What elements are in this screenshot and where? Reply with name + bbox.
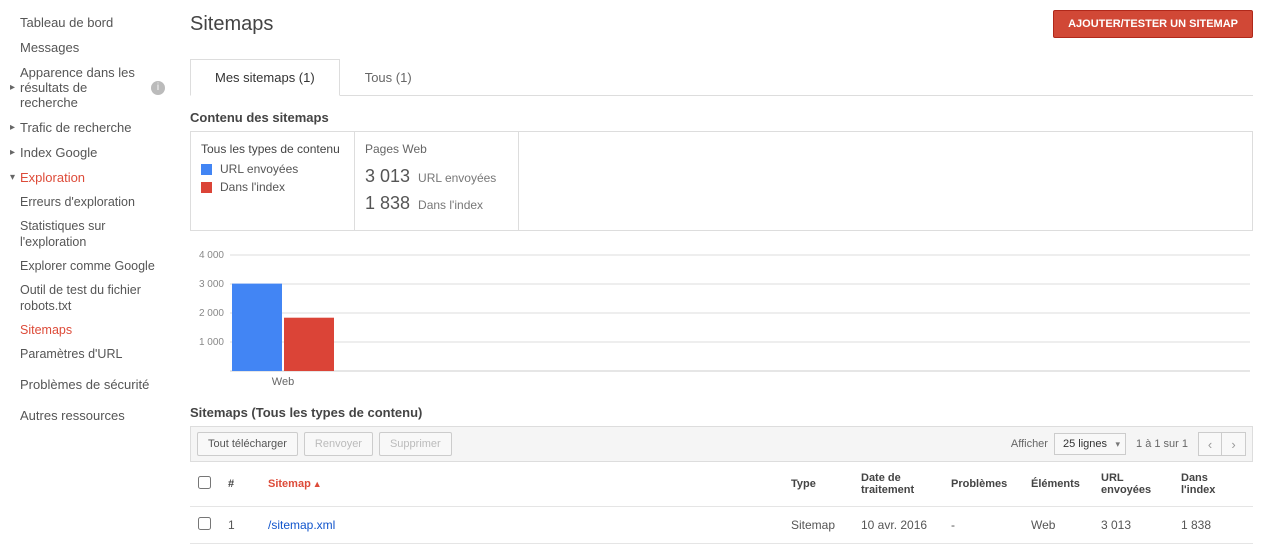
legend-label: Dans l'index [220, 180, 285, 194]
sort-up-icon: ▲ [313, 479, 322, 489]
swatch-red-icon [201, 182, 212, 193]
cell-sitemap-link[interactable]: /sitemap.xml [260, 507, 783, 544]
legend-title: Tous les types de contenu [201, 142, 344, 156]
caret-down-icon: ▾ [10, 172, 20, 183]
tab-my-sitemaps[interactable]: Mes sitemaps (1) [190, 59, 340, 96]
sidebar-item-label: Index Google [20, 145, 165, 160]
col-elements[interactable]: Éléments [1023, 462, 1093, 507]
page-size-select[interactable]: 25 lignes [1054, 433, 1126, 455]
delete-button[interactable]: Supprimer [379, 432, 452, 456]
sidebar-item-messages[interactable]: Messages [0, 35, 175, 60]
sidebar-item-security[interactable]: Problèmes de sécurité [0, 372, 175, 397]
col-index[interactable]: Dans l'index [1173, 462, 1253, 507]
sidebar-item-label: Messages [20, 40, 165, 55]
caret-right-icon: ▸ [10, 82, 20, 93]
sidebar-item-label: Problèmes de sécurité [20, 377, 165, 392]
sidebar-item-label: Trafic de recherche [20, 120, 165, 135]
sidebar-item-other-resources[interactable]: Autres ressources [0, 403, 175, 428]
section-title-list: Sitemaps (Tous les types de contenu) [190, 405, 1253, 420]
cell-type: Sitemap [783, 507, 853, 544]
add-test-sitemap-button[interactable]: AJOUTER/TESTER UN SITEMAP [1053, 10, 1253, 38]
prev-page-button[interactable]: ‹ [1198, 432, 1222, 456]
tab-all[interactable]: Tous (1) [340, 59, 437, 96]
stat-sent-label: URL envoyées [418, 171, 496, 185]
legend-item-indexed: Dans l'index [201, 180, 344, 194]
sidebar-sub-crawl-stats[interactable]: Statistiques sur l'exploration [0, 214, 175, 254]
col-sitemap[interactable]: Sitemap▲ [260, 462, 783, 507]
col-type[interactable]: Type [783, 462, 853, 507]
col-num[interactable]: # [220, 462, 260, 507]
sidebar-item-label: Exploration [20, 170, 165, 185]
action-bar: Tout télécharger Renvoyer Supprimer Affi… [190, 426, 1253, 462]
legend-box: Tous les types de contenu URL envoyées D… [191, 132, 355, 230]
sidebar-item-label: Tableau de bord [20, 15, 165, 30]
cell-date: 10 avr. 2016 [853, 507, 943, 544]
sidebar-sub-url-params[interactable]: Paramètres d'URL [0, 342, 175, 366]
info-icon: i [151, 81, 165, 95]
tabs: Mes sitemaps (1) Tous (1) [190, 58, 1253, 96]
chart: 1 000 2 000 3 000 4 000 Web [190, 251, 1253, 391]
cell-index: 1 838 [1173, 507, 1253, 544]
legend-label: URL envoyées [220, 162, 298, 176]
main-content: Sitemaps AJOUTER/TESTER UN SITEMAP Mes s… [175, 0, 1268, 528]
stat-index-value: 1 838 [365, 193, 410, 214]
sidebar-sub-robots-tester[interactable]: Outil de test du fichier robots.txt [0, 278, 175, 318]
summary-row: Tous les types de contenu URL envoyées D… [190, 131, 1253, 231]
cell-num: 1 [220, 507, 260, 544]
sidebar-sub-crawl-errors[interactable]: Erreurs d'exploration [0, 190, 175, 214]
table-row[interactable]: 1 /sitemap.xml Sitemap 10 avr. 2016 - We… [190, 507, 1253, 544]
sidebar-item-appearance[interactable]: ▸ Apparence dans les résultats de recher… [0, 60, 175, 115]
svg-text:2 000: 2 000 [199, 308, 224, 319]
sidebar-item-search-traffic[interactable]: ▸ Trafic de recherche [0, 115, 175, 140]
caret-right-icon: ▸ [10, 147, 20, 158]
sidebar-item-exploration[interactable]: ▾ Exploration [0, 165, 175, 190]
row-checkbox[interactable] [198, 517, 211, 530]
sidebar-item-label: Apparence dans les résultats de recherch… [20, 65, 145, 110]
sitemaps-table: # Sitemap▲ Type Date de traitement Probl… [190, 462, 1253, 544]
svg-text:3 000: 3 000 [199, 279, 224, 290]
svg-text:1 000: 1 000 [199, 337, 224, 348]
cell-problems: - [943, 507, 1023, 544]
show-label: Afficher [1011, 438, 1048, 450]
col-date[interactable]: Date de traitement [853, 462, 943, 507]
section-title-content: Contenu des sitemaps [190, 110, 1253, 125]
range-label: 1 à 1 sur 1 [1136, 438, 1188, 450]
svg-text:Web: Web [272, 376, 294, 388]
sidebar-sub-sitemaps[interactable]: Sitemaps [0, 318, 175, 342]
svg-text:4 000: 4 000 [199, 251, 224, 261]
stat-sent-value: 3 013 [365, 166, 410, 187]
cell-sent: 3 013 [1093, 507, 1173, 544]
bar-chart: 1 000 2 000 3 000 4 000 Web [190, 251, 1250, 391]
stats-box: Pages Web 3 013 URL envoyées 1 838 Dans … [355, 132, 519, 230]
stat-index-label: Dans l'index [418, 198, 483, 212]
sidebar: Tableau de bord Messages ▸ Apparence dan… [0, 0, 175, 528]
sidebar-item-label: Autres ressources [20, 408, 165, 423]
next-page-button[interactable]: › [1222, 432, 1246, 456]
swatch-blue-icon [201, 164, 212, 175]
legend-item-sent: URL envoyées [201, 162, 344, 176]
caret-right-icon: ▸ [10, 122, 20, 133]
stats-title: Pages Web [365, 142, 508, 156]
resend-button[interactable]: Renvoyer [304, 432, 373, 456]
download-all-button[interactable]: Tout télécharger [197, 432, 298, 456]
col-sent[interactable]: URL envoyées [1093, 462, 1173, 507]
page-title: Sitemaps [190, 13, 273, 36]
col-problems[interactable]: Problèmes [943, 462, 1023, 507]
sidebar-item-dashboard[interactable]: Tableau de bord [0, 10, 175, 35]
sidebar-item-google-index[interactable]: ▸ Index Google [0, 140, 175, 165]
select-all-checkbox[interactable] [198, 476, 211, 489]
sidebar-sub-fetch-as-google[interactable]: Explorer comme Google [0, 254, 175, 278]
cell-elements: Web [1023, 507, 1093, 544]
